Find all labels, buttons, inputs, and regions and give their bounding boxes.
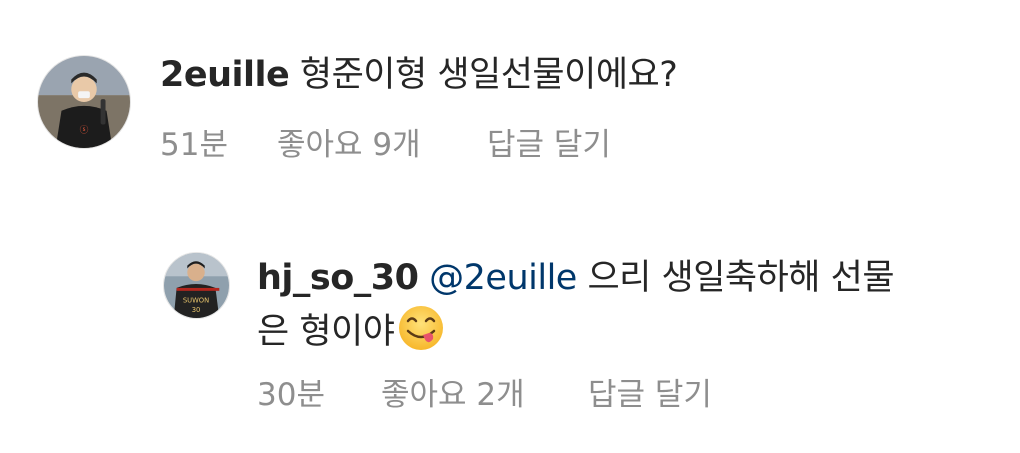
comment-text-line-1: hj_so_30 @2euille 으리 생일축하해 선물 — [257, 256, 895, 300]
comment-username[interactable]: 2euille — [160, 55, 290, 95]
comment-body-cont: 은 형이야 — [257, 312, 395, 352]
avatar[interactable]: SUWON 30 — [163, 252, 230, 319]
avatar-photo-icon: ⓢ — [38, 56, 130, 148]
comment-meta: 30분 좋아요 2개 답글 달기 — [257, 375, 712, 415]
reply-button[interactable]: 답글 달기 — [588, 375, 712, 415]
mention-link[interactable]: @2euille — [429, 258, 577, 298]
comment-username[interactable]: hj_so_30 — [257, 258, 419, 298]
yum-face-emoji-icon — [396, 303, 446, 353]
reply-button[interactable]: 답글 달기 — [487, 125, 611, 165]
comment-time: 51분 — [160, 127, 228, 163]
comment-text: 2euille 형준이형 생일선물이에요? — [160, 53, 678, 97]
comment-item: ⓢ 2euille 형준이형 생일선물이에요? 51분 좋아요 9개 답글 달기 — [0, 0, 1020, 200]
reply-comment-item: SUWON 30 hj_so_30 @2euille 으리 생일축하해 선물 은… — [0, 200, 1020, 453]
comment-body: 형준이형 생일선물이에요? — [299, 55, 678, 95]
comment-time: 30분 — [257, 377, 325, 413]
avatar-photo-icon: SUWON 30 — [164, 253, 229, 318]
likes-count[interactable]: 좋아요 2개 — [381, 375, 588, 415]
avatar[interactable]: ⓢ — [37, 55, 131, 149]
svg-text:30: 30 — [192, 306, 201, 314]
comment-meta: 51분 좋아요 9개 답글 달기 — [160, 125, 611, 165]
comment-text-line-2: 은 형이야 — [257, 303, 446, 354]
svg-text:ⓢ: ⓢ — [80, 124, 89, 135]
comment-body: 으리 생일축하해 선물 — [587, 258, 895, 298]
likes-count[interactable]: 좋아요 9개 — [277, 125, 487, 165]
svg-text:SUWON: SUWON — [183, 296, 209, 304]
